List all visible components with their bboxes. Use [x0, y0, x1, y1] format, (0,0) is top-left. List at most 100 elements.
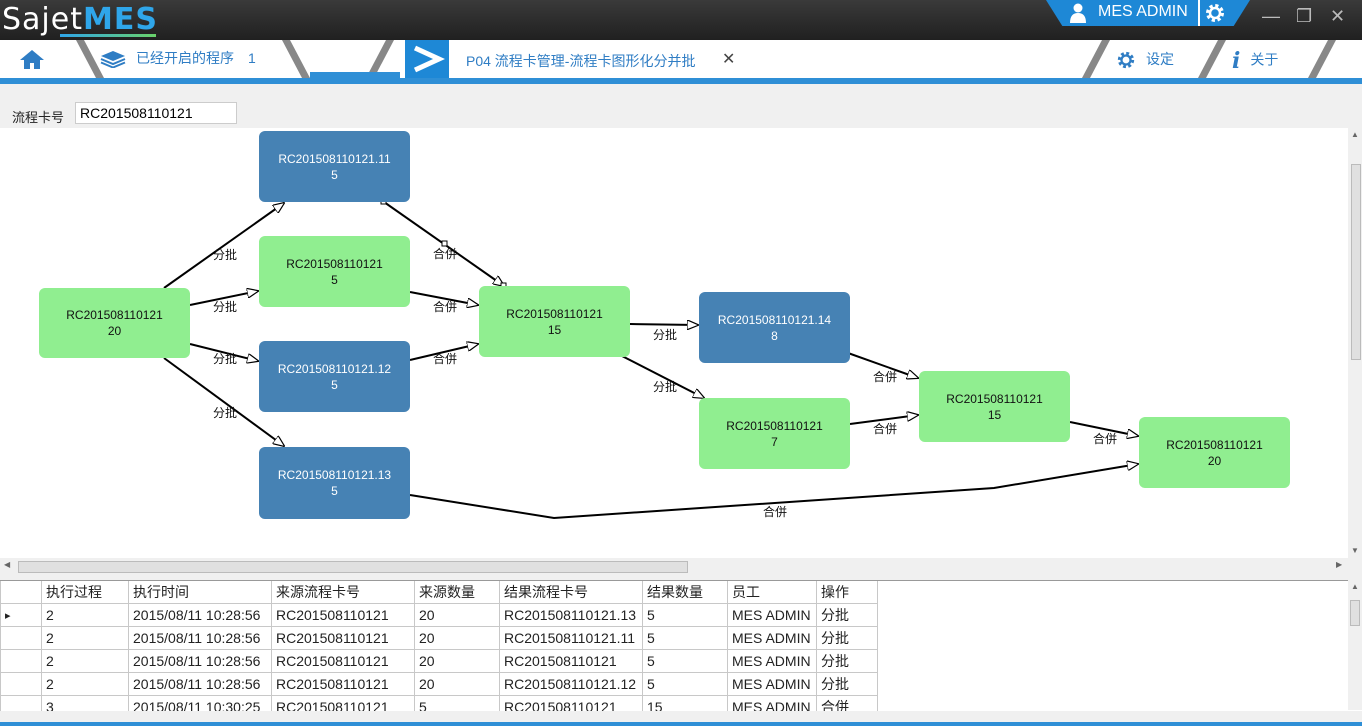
column-header[interactable]: 执行过程 [41, 581, 129, 604]
tab-active-title[interactable]: P04 流程卡管理-流程卡图形化分并批 [466, 51, 695, 71]
node-quantity: 5 [331, 167, 338, 182]
about-button[interactable]: i 关于 [1232, 48, 1278, 74]
table-cell[interactable]: RC201508110121 [271, 603, 415, 627]
table-cell[interactable]: 2015/08/11 10:28:56 [128, 603, 272, 627]
content-area: 流程卡号 RC201508110121 RC201508110121 20 RC… [0, 84, 1362, 726]
table-cell[interactable]: RC201508110121 [271, 626, 415, 650]
table-cell[interactable]: 合併 [816, 695, 878, 711]
close-window-button[interactable]: ✕ [1330, 6, 1345, 27]
scroll-up-arrow[interactable]: ▲ [1351, 130, 1359, 139]
table-cell[interactable]: 分批 [816, 649, 878, 673]
table-cell[interactable]: 分批 [816, 626, 878, 650]
table-row[interactable]: 2 2015/08/11 10:28:56 RC201508110121 20 RC20… [0, 626, 878, 650]
tab-open-programs[interactable]: 已经开启的程序 1 [100, 48, 256, 69]
flow-node[interactable]: RC201508110121 15 [919, 371, 1070, 442]
table-cell[interactable]: 5 [642, 626, 728, 650]
open-programs-label: 已经开启的程序 [136, 50, 234, 66]
table-cell[interactable]: RC201508110121 [499, 695, 643, 711]
home-icon[interactable] [18, 48, 46, 70]
column-header[interactable]: 来源数量 [414, 581, 500, 604]
flow-node[interactable]: RC201508110121 20 [39, 288, 190, 358]
table-row[interactable]: 2 2015/08/11 10:28:56 RC201508110121 20 RC20… [0, 672, 878, 696]
grid-vertical-scrollbar[interactable]: ▲ [1348, 580, 1362, 710]
info-icon: i [1232, 48, 1241, 74]
table-cell[interactable]: 2 [41, 603, 129, 627]
user-menu[interactable]: MES ADMIN [1046, 0, 1250, 26]
current-row-indicator[interactable]: ▸ [0, 603, 42, 627]
flow-node[interactable]: RC201508110121.14 8 [699, 292, 850, 363]
table-cell[interactable]: MES ADMIN [727, 649, 817, 673]
flow-node[interactable]: RC201508110121 5 [259, 236, 410, 307]
node-quantity: 20 [1207, 453, 1222, 468]
column-header[interactable]: 员工 [727, 581, 817, 604]
table-cell[interactable]: 5 [642, 672, 728, 696]
table-cell[interactable]: 2015/08/11 10:28:56 [128, 626, 272, 650]
table-cell[interactable]: 20 [414, 672, 500, 696]
table-cell[interactable]: RC201508110121.12 [499, 672, 643, 696]
flow-node[interactable]: RC201508110121 7 [699, 398, 850, 469]
card-number-input[interactable] [75, 102, 237, 124]
table-cell[interactable]: 2 [41, 672, 129, 696]
table-cell[interactable]: 分批 [816, 672, 878, 696]
scroll-left-arrow[interactable]: ◀ [4, 560, 10, 569]
table-cell[interactable]: RC201508110121 [271, 695, 415, 711]
edge-label: 合併 [433, 300, 458, 314]
table-cell[interactable]: RC201508110121 [271, 672, 415, 696]
table-cell[interactable]: 2015/08/11 10:28:56 [128, 672, 272, 696]
table-cell[interactable]: 2 [41, 626, 129, 650]
flow-node[interactable]: RC201508110121 15 [479, 286, 630, 357]
table-cell[interactable]: RC201508110121 [271, 649, 415, 673]
node-card-number: RC201508110121.11 [278, 151, 391, 166]
flow-node[interactable]: RC201508110121.13 5 [259, 447, 410, 519]
flow-node[interactable]: RC201508110121.12 5 [259, 341, 410, 412]
graph-vertical-scroll-thumb[interactable] [1351, 164, 1361, 360]
scroll-up-arrow[interactable]: ▲ [1351, 582, 1359, 591]
layers-icon [100, 51, 126, 69]
row-header[interactable] [0, 695, 42, 711]
gear-icon[interactable] [1204, 2, 1226, 24]
column-header[interactable]: 结果数量 [642, 581, 728, 604]
table-cell[interactable]: 20 [414, 603, 500, 627]
table-cell[interactable]: 20 [414, 649, 500, 673]
row-header[interactable] [0, 649, 42, 673]
table-row[interactable]: ▸ 2 2015/08/11 10:28:56 RC201508110121 20 RC2… [0, 603, 878, 627]
column-header[interactable]: 操作 [816, 581, 878, 604]
column-header[interactable]: 执行时间 [128, 581, 272, 604]
scroll-down-arrow[interactable]: ▼ [1351, 546, 1359, 555]
minimize-button[interactable]: — [1262, 6, 1280, 27]
close-tab-button[interactable]: ✕ [722, 49, 735, 69]
table-cell[interactable]: 分批 [816, 603, 878, 627]
table-cell[interactable]: 2015/08/11 10:28:56 [128, 649, 272, 673]
table-cell[interactable]: 2015/08/11 10:30:25 [128, 695, 272, 711]
table-cell[interactable]: RC201508110121.13 [499, 603, 643, 627]
table-cell[interactable]: RC201508110121.11 [499, 626, 643, 650]
scroll-right-arrow[interactable]: ▶ [1336, 560, 1342, 569]
table-cell[interactable]: 5 [642, 603, 728, 627]
history-grid[interactable]: 执行过程 执行时间 来源流程卡号 来源数量 结果流程卡号 结果数量 员工 操作 … [0, 580, 1362, 711]
table-cell[interactable]: MES ADMIN [727, 603, 817, 627]
flow-node[interactable]: RC201508110121 20 [1139, 417, 1290, 488]
table-cell[interactable]: MES ADMIN [727, 672, 817, 696]
table-cell[interactable]: RC201508110121 [499, 649, 643, 673]
restore-button[interactable]: ❐ [1296, 6, 1312, 27]
table-cell[interactable]: 2 [41, 649, 129, 673]
column-header[interactable]: 来源流程卡号 [271, 581, 415, 604]
table-cell[interactable]: 20 [414, 626, 500, 650]
flow-node[interactable]: RC201508110121.11 5 [259, 131, 410, 202]
graph-horizontal-scroll-thumb[interactable] [18, 561, 688, 573]
table-cell[interactable]: 5 [414, 695, 500, 711]
row-header[interactable] [0, 626, 42, 650]
table-cell[interactable]: MES ADMIN [727, 626, 817, 650]
open-programs-count: 1 [248, 50, 256, 66]
settings-button[interactable]: 设定 [1116, 49, 1174, 70]
column-header[interactable]: 结果流程卡号 [499, 581, 643, 604]
row-header[interactable] [0, 672, 42, 696]
table-cell[interactable]: 3 [41, 695, 129, 711]
table-cell[interactable]: 5 [642, 649, 728, 673]
table-row[interactable]: 2 2015/08/11 10:28:56 RC201508110121 20 RC20… [0, 649, 878, 673]
table-cell[interactable]: MES ADMIN [727, 695, 817, 711]
flow-graph-canvas[interactable]: RC201508110121 20 RC201508110121.11 5 RC20… [0, 128, 1348, 558]
grid-scroll-thumb[interactable] [1350, 600, 1360, 626]
table-cell[interactable]: 15 [642, 695, 728, 711]
table-row[interactable]: 3 2015/08/11 10:30:25 RC201508110121 5 RC201… [0, 695, 878, 711]
